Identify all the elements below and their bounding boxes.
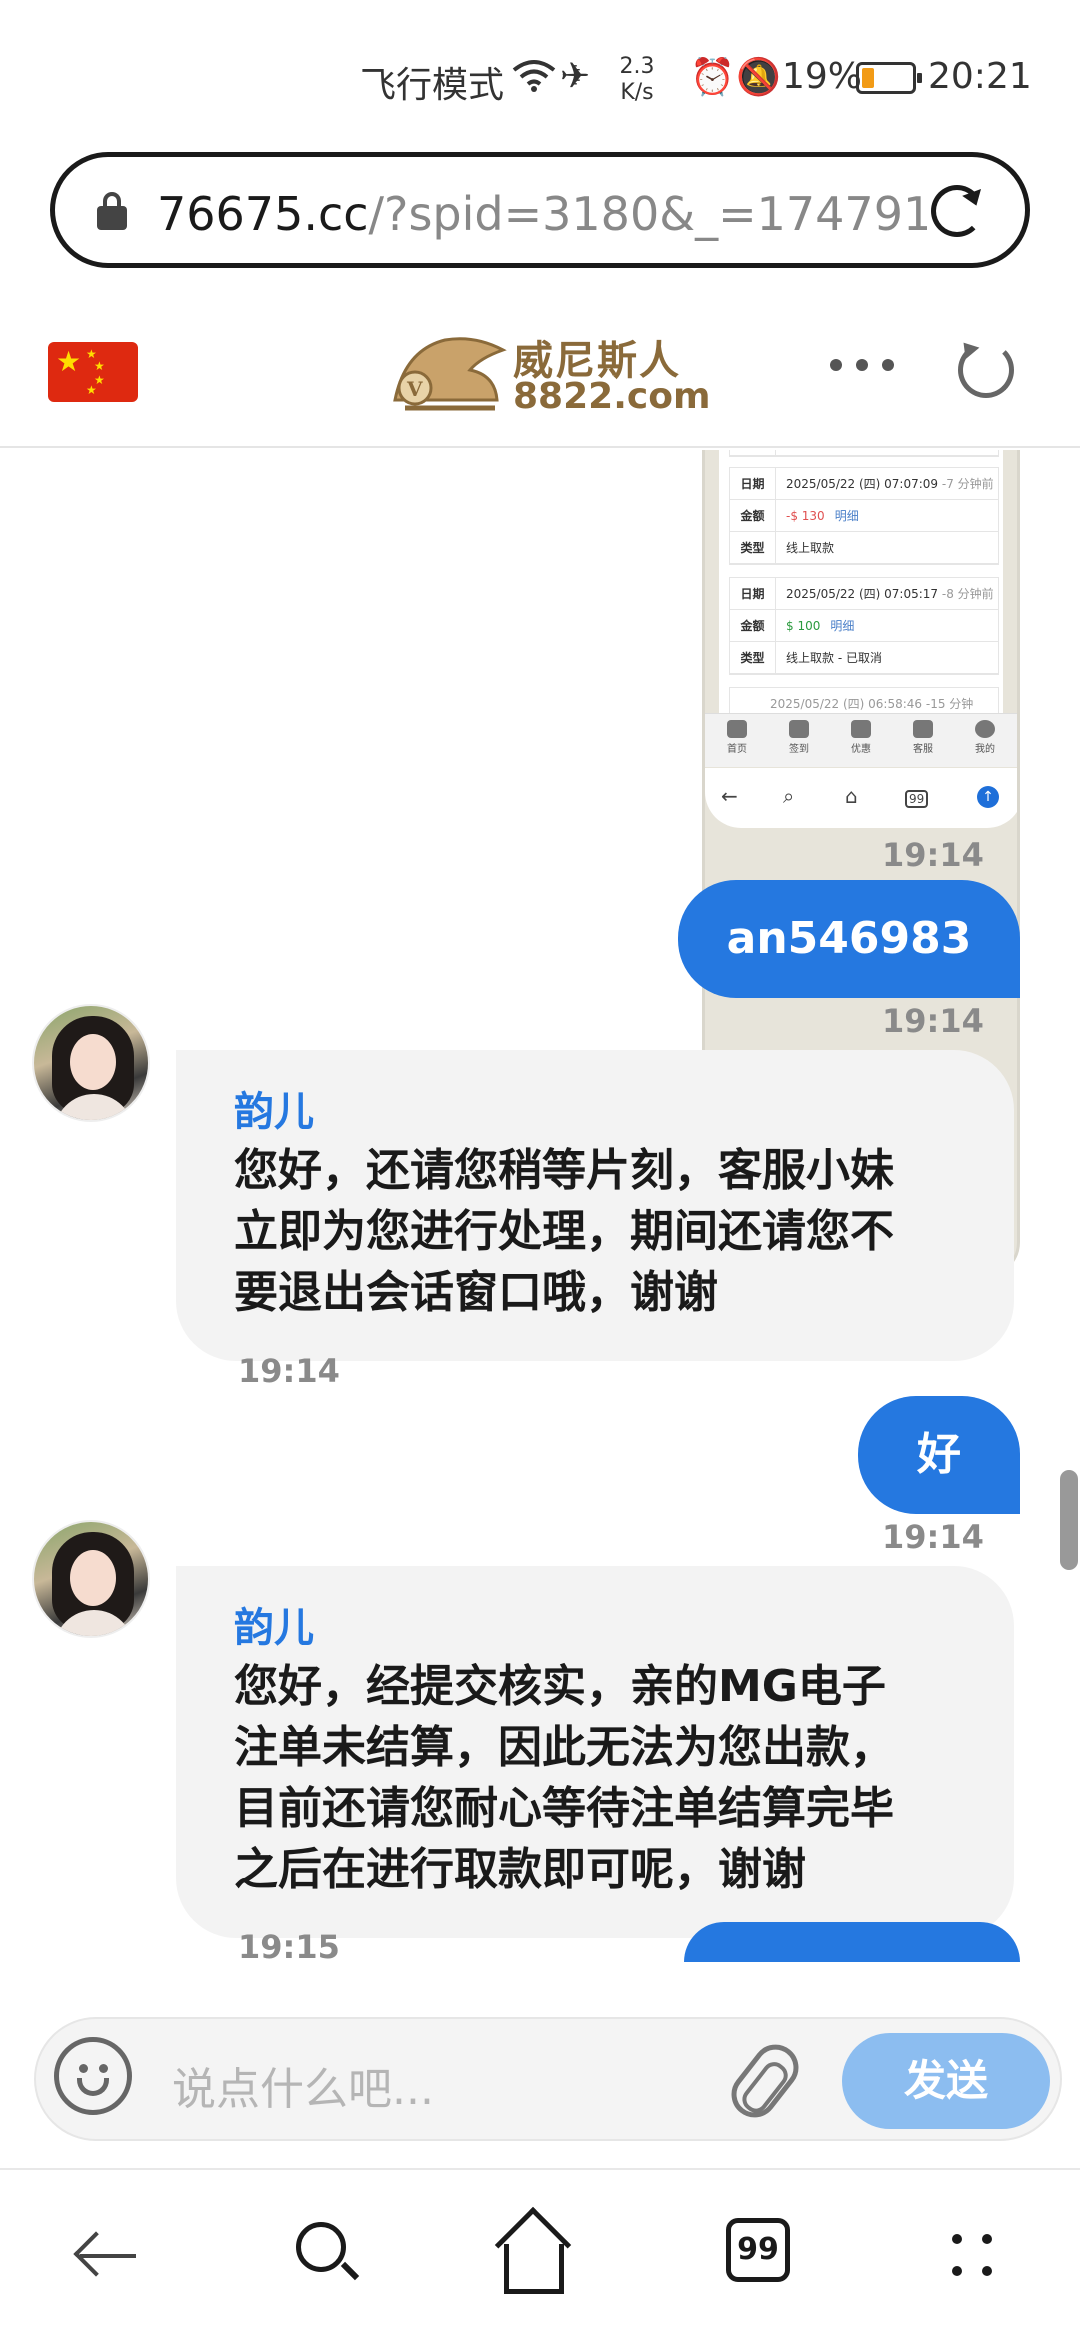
emoji-icon[interactable] bbox=[54, 2037, 132, 2115]
message-time: 19:14 bbox=[882, 836, 984, 874]
attachment-icon[interactable] bbox=[722, 2035, 808, 2127]
message-input-container: 说点什么吧... 发送 bbox=[34, 2017, 1062, 2141]
chat-messages[interactable]: 类型线上取款 - 已取消 日期2025/05/22 (四) 07:07:09 -… bbox=[0, 450, 1080, 1985]
china-flag-icon[interactable]: ★ ★ ★ ★ ★ bbox=[48, 342, 138, 402]
site-header: ★ ★ ★ ★ ★ V 威尼斯人 8822.com bbox=[0, 300, 1080, 448]
agent-name: 韵儿 bbox=[234, 1605, 314, 1651]
address-bar[interactable]: 76675.cc/?spid=3180&_=1747916 bbox=[50, 152, 1030, 268]
winged-lion-logo-icon: V bbox=[393, 337, 507, 411]
mute-icon: 🔕 bbox=[736, 57, 781, 98]
outgoing-message-bubble-partial[interactable] bbox=[684, 1922, 1020, 1962]
incoming-message-bubble[interactable]: 韵儿 您好，经提交核实，亲的MG电子 注单未结算，因此无法为您出款， 目前还请您… bbox=[176, 1566, 1014, 1938]
agent-name: 韵儿 bbox=[234, 1089, 314, 1135]
message-time: 19:14 bbox=[882, 1002, 984, 1040]
message-time: 19:14 bbox=[238, 1352, 340, 1390]
status-bar: 飞行模式 ✈ 2.3 K/s ⏰ 🔕 19% 20:21 bbox=[0, 0, 1080, 150]
menu-icon[interactable] bbox=[902, 2172, 1042, 2340]
message-composer: 说点什么吧... 发送 bbox=[0, 1985, 1080, 2170]
message-input[interactable]: 说点什么吧... bbox=[172, 2053, 434, 2117]
agent-avatar[interactable] bbox=[32, 1520, 150, 1638]
search-icon[interactable] bbox=[254, 2172, 394, 2340]
screenshot-record: 日期 2025/05/22 (四) 07:05:17 -8 分钟前 金额 $ 100… bbox=[729, 577, 999, 675]
tabs-count: 99 bbox=[726, 2218, 790, 2282]
outgoing-message-bubble[interactable]: 好 bbox=[858, 1396, 1020, 1514]
scrollbar[interactable] bbox=[1060, 1470, 1078, 1570]
refresh-icon[interactable] bbox=[931, 185, 983, 237]
home-icon[interactable] bbox=[470, 2172, 610, 2340]
logo-domain-text: 8822.com bbox=[513, 376, 711, 417]
outgoing-message-bubble[interactable]: an546983 bbox=[678, 880, 1020, 998]
airplane-mode-label: 飞行模式 bbox=[360, 65, 505, 106]
screenshot-record-partial: 类型线上取款 - 已取消 bbox=[729, 450, 999, 457]
browser-bottom-nav: 99 bbox=[0, 2172, 1080, 2340]
message-line: 您好，经提交核实，亲的MG电子 bbox=[234, 1661, 886, 1712]
battery-percent: 19% bbox=[782, 56, 863, 97]
message-line: 注单未结算，因此无法为您出款， bbox=[234, 1722, 894, 1773]
site-logo: V 威尼斯人 8822.com bbox=[385, 324, 710, 424]
message-line: 之后在进行取款即可呢，谢谢 bbox=[234, 1844, 806, 1895]
more-options-icon[interactable] bbox=[830, 356, 910, 376]
message-line: 立即为您进行处理，期间还请您不 bbox=[234, 1206, 894, 1257]
message-time: 19:15 bbox=[238, 1928, 340, 1966]
message-time: 19:14 bbox=[882, 1518, 984, 1556]
lock-icon bbox=[97, 192, 127, 230]
message-line: 要退出会话窗口哦，谢谢 bbox=[234, 1267, 718, 1318]
incoming-message-bubble[interactable]: 韵儿 您好，还请您稍等片刻，客服小妹 立即为您进行处理，期间还请您不 要退出会话… bbox=[176, 1050, 1014, 1361]
url-text[interactable]: 76675.cc/?spid=3180&_=1747916 bbox=[157, 187, 927, 241]
network-speed: 2.3 K/s bbox=[619, 54, 655, 105]
reload-chat-icon[interactable] bbox=[958, 342, 1014, 398]
svg-text:V: V bbox=[406, 377, 423, 401]
message-line: 您好，还请您稍等片刻，客服小妹 bbox=[234, 1145, 894, 1196]
screenshot-record: 日期 2025/05/22 (四) 07:07:09 -7 分钟前 金额 -$ 13… bbox=[729, 467, 999, 565]
send-button[interactable]: 发送 bbox=[842, 2033, 1050, 2129]
screenshot-content: 类型线上取款 - 已取消 日期2025/05/22 (四) 07:07:09 -… bbox=[719, 450, 1003, 720]
airplane-icon: ✈ bbox=[560, 56, 591, 97]
agent-avatar[interactable] bbox=[32, 1004, 150, 1122]
message-line: 目前还请您耐心等待注单结算完毕 bbox=[234, 1783, 894, 1834]
wifi-icon bbox=[512, 58, 556, 101]
battery-icon bbox=[856, 62, 922, 94]
tabs-button[interactable]: 99 bbox=[686, 2172, 826, 2340]
back-icon[interactable] bbox=[38, 2172, 178, 2340]
clock: 20:21 bbox=[928, 56, 1032, 97]
screenshot-app-nav: 首页 签到 优惠 客服 我的 bbox=[705, 713, 1017, 767]
screenshot-browser-nav: ← ⌕ ⌂ 99 ↑ bbox=[705, 768, 1017, 828]
alarm-icon: ⏰ bbox=[690, 57, 735, 98]
